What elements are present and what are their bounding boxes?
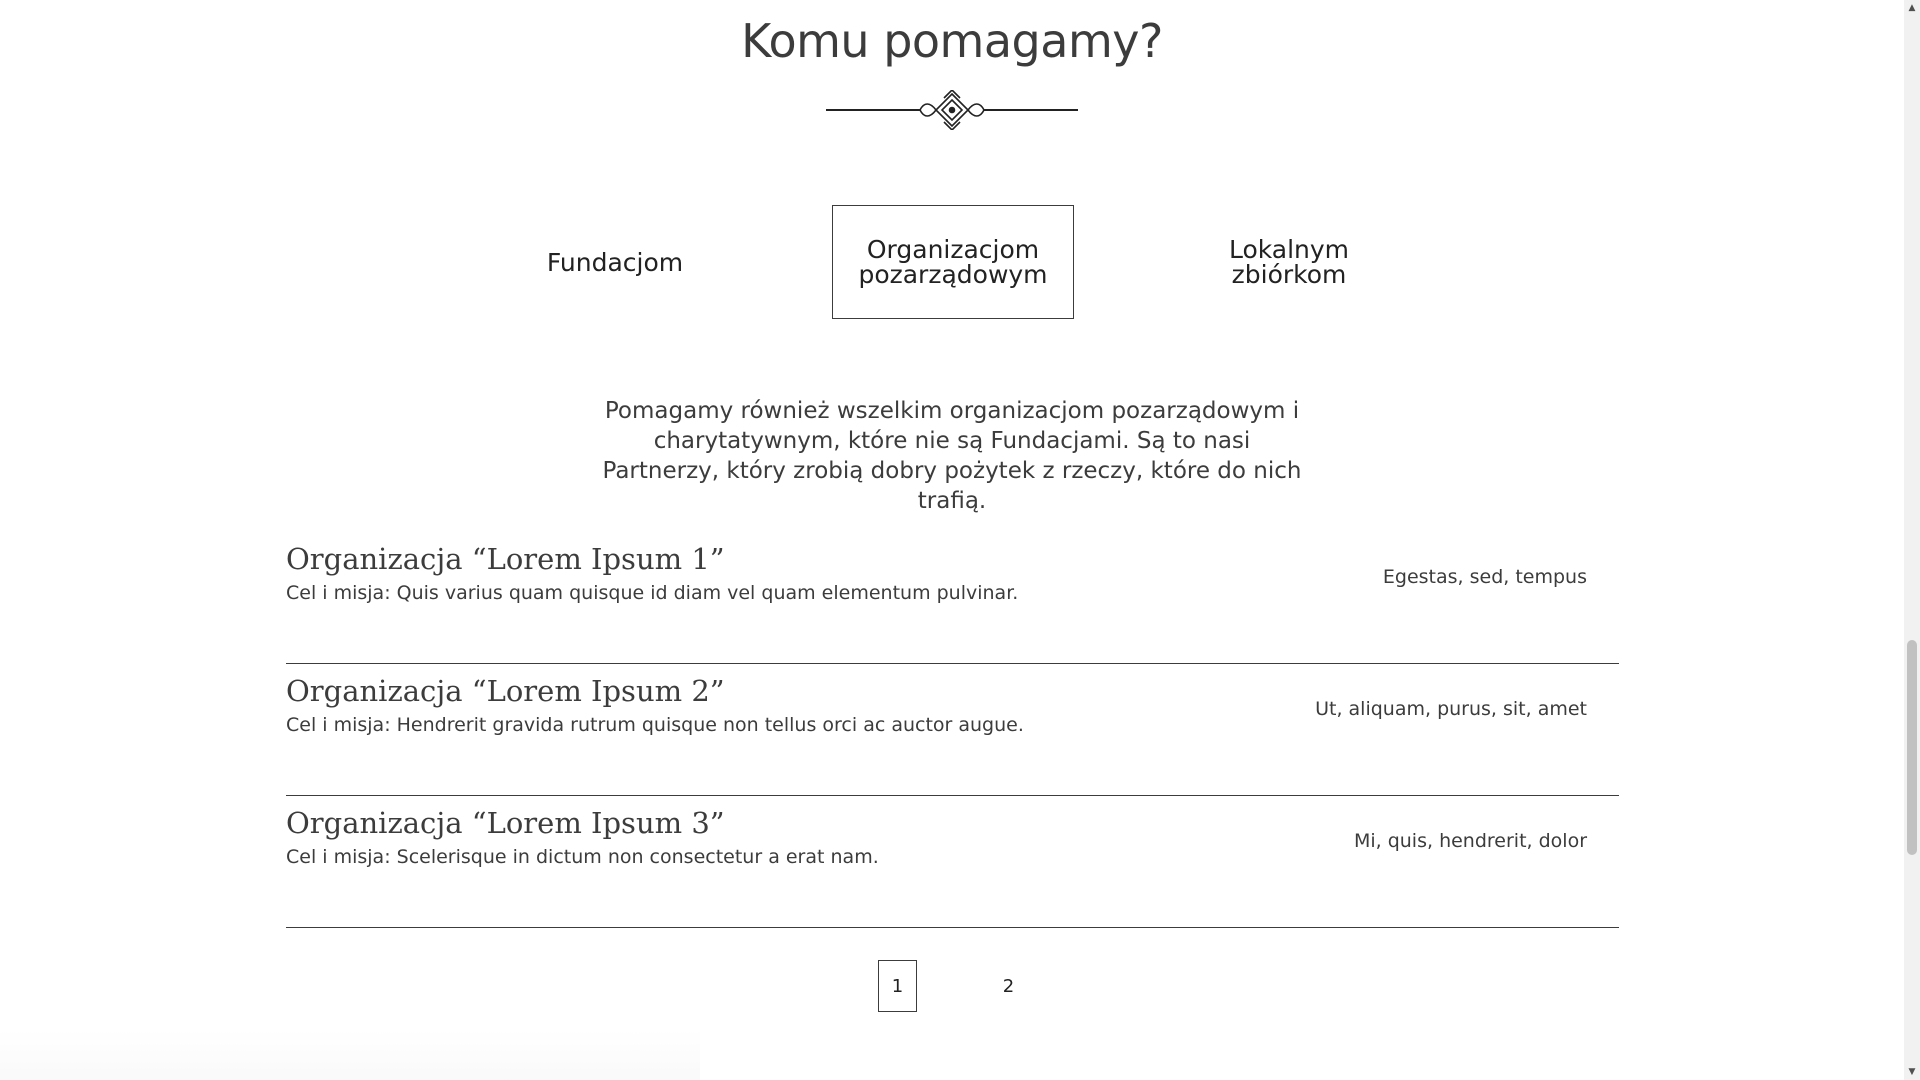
- organization-name: Organizacja “Lorem Ipsum 3”: [286, 806, 725, 840]
- pagination: 1 2: [0, 960, 1904, 1012]
- organization-mission: Cel i misja: Scelerisque in dictum non c…: [286, 846, 879, 868]
- section-description: Pomagamy również wszelkim organizacjom p…: [602, 398, 1302, 514]
- recipient-tabs: Fundacjom Organizacjom pozarządowym Loka…: [0, 205, 1904, 319]
- page-button-1[interactable]: 1: [878, 960, 917, 1012]
- footer-edge: [0, 1030, 700, 1080]
- page-scrollbar[interactable]: ▲ ▼: [1904, 0, 1920, 1080]
- ornament-divider-icon: [826, 90, 1078, 130]
- organization-name: Organizacja “Lorem Ipsum 2”: [286, 674, 725, 708]
- scroll-down-icon[interactable]: ▼: [1904, 1064, 1920, 1080]
- organization-name: Organizacja “Lorem Ipsum 1”: [286, 542, 725, 576]
- organization-tags: Ut, aliquam, purus, sit, amet: [1315, 698, 1587, 720]
- scroll-up-icon[interactable]: ▲: [1904, 0, 1920, 16]
- tab-organizacjom-pozarzadowym[interactable]: Organizacjom pozarządowym: [832, 205, 1074, 319]
- organization-tags: Egestas, sed, tempus: [1382, 566, 1587, 588]
- section-title: Komu pomagamy?: [741, 14, 1163, 68]
- list-item: Organizacja “Lorem Ipsum 1” Cel i misja:…: [286, 532, 1619, 664]
- organization-mission: Cel i misja: Quis varius quam quisque id…: [286, 582, 1019, 604]
- list-item: Organizacja “Lorem Ipsum 2” Cel i misja:…: [286, 664, 1619, 796]
- help-section: Komu pomagamy? Fundacjom Organizacjom po…: [0, 0, 1904, 1080]
- tab-lokalnym-zbiorkom[interactable]: Lokalnym zbiórkom: [1168, 205, 1410, 319]
- scrollbar-thumb[interactable]: [1907, 640, 1917, 855]
- page-button-2[interactable]: 2: [989, 960, 1028, 1012]
- organization-tags: Mi, quis, hendrerit, dolor: [1353, 830, 1587, 852]
- list-item: Organizacja “Lorem Ipsum 3” Cel i misja:…: [286, 796, 1619, 928]
- organization-list: Organizacja “Lorem Ipsum 1” Cel i misja:…: [286, 532, 1619, 928]
- tab-fundacjom[interactable]: Fundacjom: [494, 205, 736, 319]
- organization-mission: Cel i misja: Hendrerit gravida rutrum qu…: [286, 714, 1024, 736]
